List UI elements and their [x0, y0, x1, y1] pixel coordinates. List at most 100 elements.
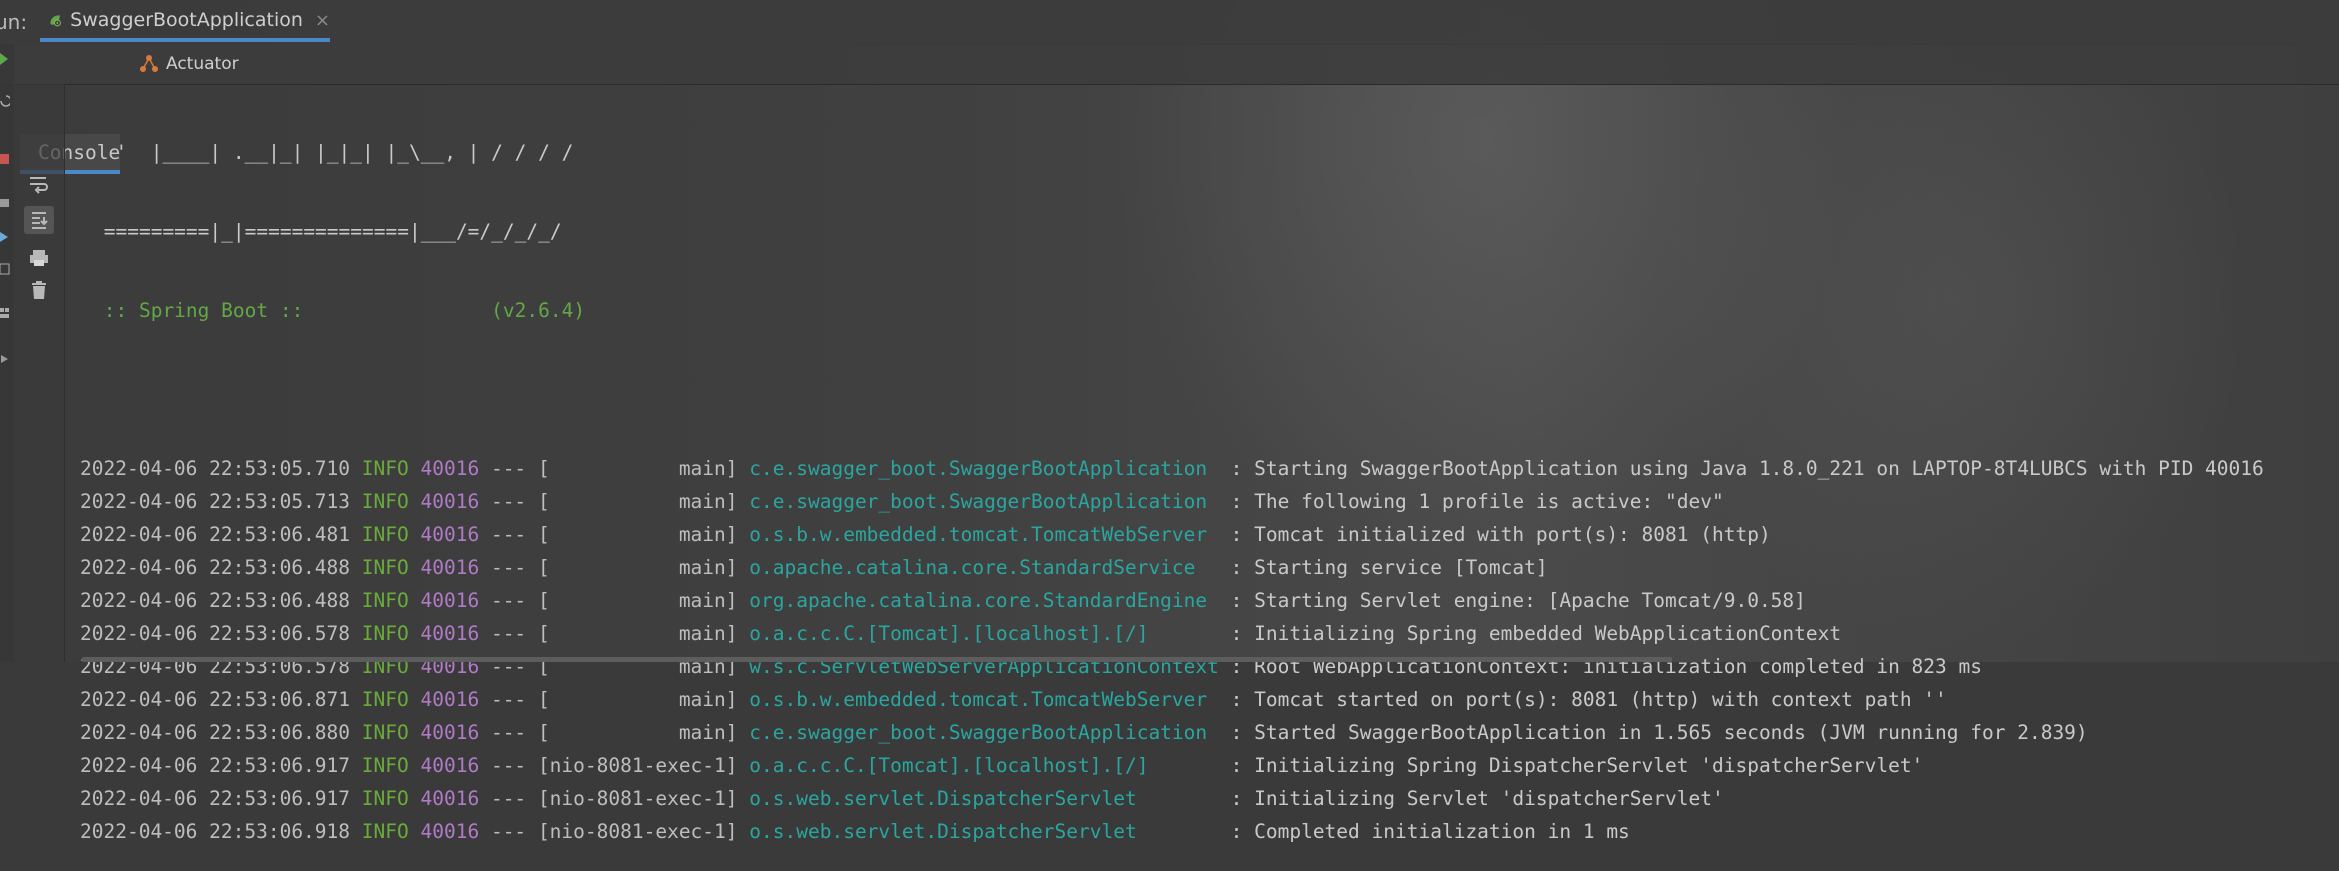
log-pid: 40016: [420, 490, 480, 513]
log-line: 2022-04-06 22:53:06.578 INFO 40016 --- […: [80, 650, 2339, 683]
log-separator: ---: [490, 820, 527, 843]
log-line: 2022-04-06 22:53:06.871 INFO 40016 --- […: [80, 683, 2339, 716]
log-message: : The following 1 profile is active: "de…: [1230, 490, 1724, 513]
log-thread: [ main]: [537, 523, 738, 546]
clear-all-button[interactable]: [24, 276, 54, 304]
close-icon[interactable]: ×: [315, 10, 330, 31]
log-separator: ---: [490, 556, 527, 579]
log-separator: ---: [490, 688, 527, 711]
log-pid: 40016: [420, 721, 480, 744]
log-message: : Starting service [Tomcat]: [1230, 556, 1548, 579]
log-message: : Tomcat initialized with port(s): 8081 …: [1230, 523, 1771, 546]
log-pid: 40016: [420, 820, 480, 843]
log-timestamp: 2022-04-06 22:53:06.488: [80, 589, 351, 612]
rerun-icon[interactable]: [0, 52, 10, 66]
scroll-to-end-button[interactable]: [24, 206, 54, 234]
log-line: 2022-04-06 22:53:05.710 INFO 40016 --- […: [80, 452, 2339, 485]
log-pid: 40016: [420, 523, 480, 546]
log-line: 2022-04-06 22:53:06.917 INFO 40016 --- […: [80, 782, 2339, 815]
print-button[interactable]: [24, 244, 54, 272]
console-output[interactable]: ' |____| .__|_| |_|_| |_\__, | / / / / =…: [80, 90, 2339, 871]
log-message: : Initializing Spring DispatcherServlet …: [1230, 754, 1924, 777]
horizontal-scrollbar[interactable]: [82, 657, 1672, 662]
log-separator: ---: [490, 523, 527, 546]
layout-icon[interactable]: [0, 306, 10, 320]
log-lines: 2022-04-06 22:53:05.710 INFO 40016 --- […: [80, 452, 2339, 848]
log-message: : Initializing Servlet 'dispatcherServle…: [1230, 787, 1724, 810]
stop-icon[interactable]: [0, 152, 10, 166]
log-logger: o.a.c.c.C.[Tomcat].[localhost].[/]: [749, 622, 1219, 645]
log-timestamp: 2022-04-06 22:53:06.481: [80, 523, 351, 546]
log-pid: 40016: [420, 754, 480, 777]
log-level: INFO: [361, 787, 409, 810]
log-logger: c.e.swagger_boot.SwaggerBootApplication: [749, 721, 1219, 744]
actuator-icon: [140, 55, 158, 72]
console-tab-bar: Console Actuator: [0, 44, 2339, 174]
log-logger: org.apache.catalina.core.StandardEngine: [749, 589, 1219, 612]
camera-icon[interactable]: [0, 196, 10, 210]
run-tab-bar: Run: SwaggerBootApplication ×: [0, 0, 2339, 45]
log-level: INFO: [361, 754, 409, 777]
log-pid: 40016: [420, 622, 480, 645]
log-timestamp: 2022-04-06 22:53:06.880: [80, 721, 351, 744]
log-logger: c.e.swagger_boot.SwaggerBootApplication: [749, 490, 1219, 513]
log-logger: c.e.swagger_boot.SwaggerBootApplication: [749, 457, 1219, 480]
log-level: INFO: [361, 490, 409, 513]
log-line: 2022-04-06 22:53:06.488 INFO 40016 --- […: [80, 584, 2339, 617]
log-thread: [nio-8081-exec-1]: [537, 754, 738, 777]
log-message: : Starting SwaggerBootApplication using …: [1230, 457, 2264, 480]
log-separator: ---: [490, 589, 527, 612]
run-controls-strip: [0, 44, 14, 662]
run-tab-swagger-boot[interactable]: SwaggerBootApplication ×: [40, 2, 330, 42]
scroll-to-end-icon: [32, 212, 48, 229]
log-separator: ---: [490, 622, 527, 645]
soft-wrap-icon: [30, 177, 48, 194]
log-timestamp: 2022-04-06 22:53:06.918: [80, 820, 351, 843]
log-pid: 40016: [420, 457, 480, 480]
log-thread: [ main]: [537, 556, 738, 579]
run-tab-title: SwaggerBootApplication: [70, 9, 303, 31]
pin-icon[interactable]: [0, 352, 10, 366]
log-thread: [ main]: [537, 589, 738, 612]
log-timestamp: 2022-04-06 22:53:06.488: [80, 556, 351, 579]
log-separator: ---: [490, 457, 527, 480]
log-level: INFO: [361, 457, 409, 480]
log-level: INFO: [361, 820, 409, 843]
soft-wrap-button[interactable]: [24, 170, 54, 198]
log-line: 2022-04-06 22:53:06.880 INFO 40016 --- […: [80, 716, 2339, 749]
run-label: Run:: [0, 10, 28, 34]
resume-icon[interactable]: [0, 230, 10, 244]
log-timestamp: 2022-04-06 22:53:06.917: [80, 754, 351, 777]
log-message: : Initializing Spring embedded WebApplic…: [1230, 622, 1842, 645]
log-line: 2022-04-06 22:53:06.917 INFO 40016 --- […: [80, 749, 2339, 782]
trash-icon: [32, 281, 46, 299]
log-message: : Tomcat started on port(s): 8081 (http)…: [1230, 688, 1947, 711]
log-message: : Completed initialization in 1 ms: [1230, 820, 1630, 843]
log-thread: [nio-8081-exec-1]: [537, 787, 738, 810]
log-message: : Started SwaggerBootApplication in 1.56…: [1230, 721, 2088, 744]
banner-line: ' |____| .__|_| |_|_| |_\__, | / / / /: [92, 141, 574, 164]
tab-actuator-label: Actuator: [166, 54, 239, 74]
print-icon: [30, 250, 48, 266]
restore-layout-icon[interactable]: [0, 262, 10, 276]
log-logger: o.s.web.servlet.DispatcherServlet: [749, 787, 1219, 810]
log-logger: o.apache.catalina.core.StandardService: [749, 556, 1219, 579]
log-level: INFO: [361, 721, 409, 744]
log-line: 2022-04-06 22:53:06.481 INFO 40016 --- […: [80, 518, 2339, 551]
log-pid: 40016: [420, 589, 480, 612]
log-separator: ---: [490, 787, 527, 810]
log-level: INFO: [361, 688, 409, 711]
log-logger: o.s.web.servlet.DispatcherServlet: [749, 820, 1219, 843]
tab-actuator[interactable]: Actuator: [134, 44, 239, 84]
spring-boot-icon: [50, 15, 61, 27]
log-level: INFO: [361, 523, 409, 546]
refresh-icon[interactable]: [0, 94, 10, 108]
log-logger: o.a.c.c.C.[Tomcat].[localhost].[/]: [749, 754, 1219, 777]
log-thread: [ main]: [537, 622, 738, 645]
log-line: 2022-04-06 22:53:06.488 INFO 40016 --- […: [80, 551, 2339, 584]
log-level: INFO: [361, 589, 409, 612]
log-message: : Starting Servlet engine: [Apache Tomca…: [1230, 589, 1806, 612]
log-thread: [ main]: [537, 688, 738, 711]
log-thread: [ main]: [537, 457, 738, 480]
log-level: INFO: [361, 556, 409, 579]
